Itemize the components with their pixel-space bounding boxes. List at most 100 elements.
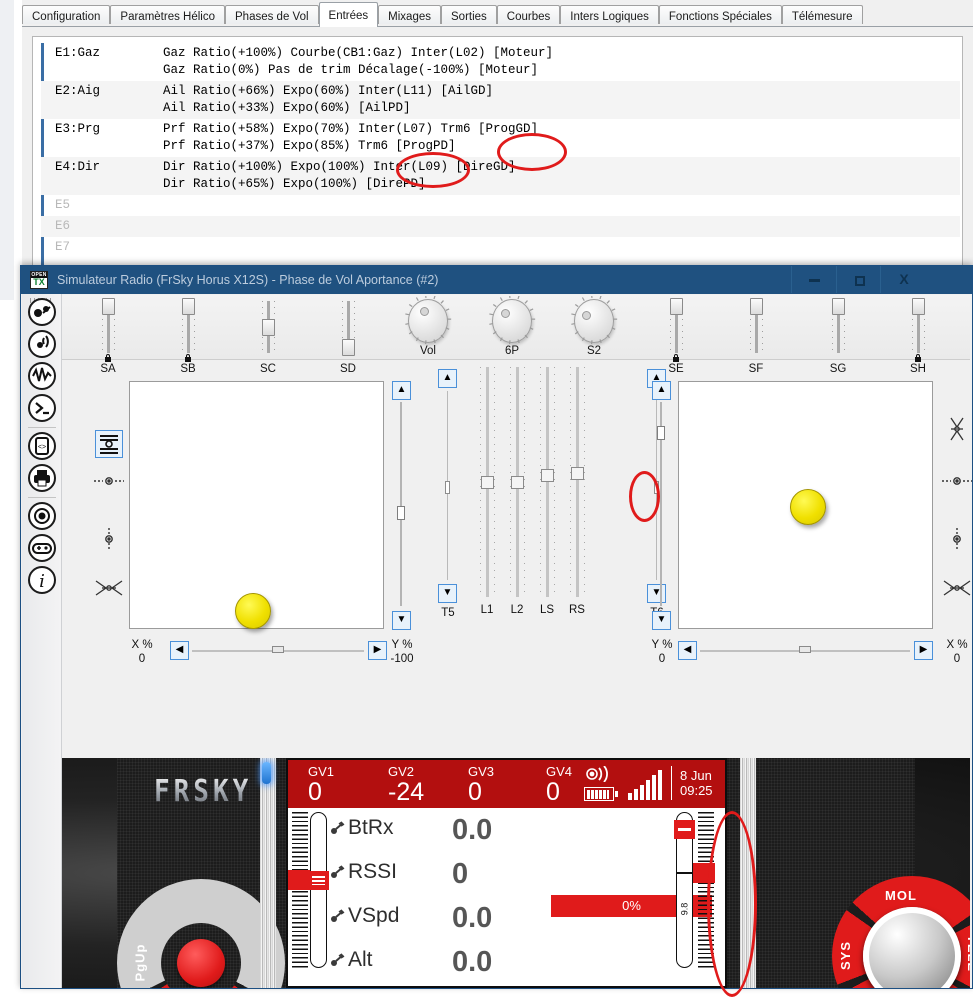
t6-slider-handle[interactable] [654, 481, 659, 494]
slider-handle[interactable] [571, 467, 584, 480]
input-row[interactable]: E4:DirDir Ratio(+100%) Expo(100%) Inter(… [41, 157, 960, 195]
audio-icon[interactable] [28, 362, 56, 390]
left-gimbal-y-trim-handle[interactable] [397, 506, 405, 520]
left-gimbal-stick[interactable] [235, 593, 271, 629]
switch-track[interactable] [755, 301, 758, 353]
switch-knob[interactable] [750, 298, 763, 315]
t6-slider[interactable] [656, 391, 657, 580]
switch-sa[interactable]: SA [80, 295, 136, 353]
tab-inters-logiques[interactable]: Inters Logiques [560, 5, 659, 24]
t5-slider-handle[interactable] [445, 481, 450, 494]
tab-configuration[interactable]: Configuration [22, 5, 110, 24]
left-gimbal-y-trim[interactable] [400, 402, 402, 606]
right-gimbal-x-left-button[interactable]: ◀ [678, 641, 697, 660]
switch-sc[interactable]: SC [240, 295, 296, 353]
t5-slider[interactable] [447, 391, 448, 580]
switch-track[interactable] [267, 301, 270, 353]
printer-icon[interactable] [28, 464, 56, 492]
right-gimbal-x-trim[interactable] [700, 650, 910, 652]
slider-handle[interactable] [481, 476, 494, 489]
right-gimbal-x-right-button[interactable]: ▶ [914, 641, 933, 660]
input-row[interactable]: E7 [41, 237, 960, 258]
switch-knob[interactable] [102, 298, 115, 315]
left-gimbal-x-right-button[interactable]: ▶ [368, 641, 387, 660]
inputs-list[interactable]: E1:GazGaz Ratio(+100%) Courbe(CB1:Gaz) I… [41, 43, 960, 299]
left-gimbal-x-left-button[interactable]: ◀ [170, 641, 189, 660]
switch-track[interactable] [917, 301, 920, 353]
tab-courbes[interactable]: Courbes [497, 5, 560, 24]
tab-t-l-mesure[interactable]: Télémesure [782, 5, 863, 24]
switch-sf[interactable]: SF [728, 295, 784, 353]
tab-mixages[interactable]: Mixages [378, 5, 441, 24]
slider-handle[interactable] [511, 476, 524, 489]
right-gimbal-stick[interactable] [790, 489, 826, 525]
tab-fonctions-sp-ciales[interactable]: Fonctions Spéciales [659, 5, 782, 24]
left-gimbal-x-trim[interactable] [192, 650, 364, 652]
slider-l1[interactable]: L1 [486, 367, 489, 597]
knob-s2[interactable]: S2 [566, 299, 622, 357]
input-row[interactable]: E3:PrgPrf Ratio(+58%) Expo(70%) Inter(L0… [41, 119, 960, 157]
t6-down-button[interactable]: ▼ [647, 584, 666, 603]
switch-sg[interactable]: SG [810, 295, 866, 353]
simulator-title-bar[interactable]: OPEN TX Simulateur Radio (FrSky Horus X1… [21, 266, 972, 294]
switch-sh[interactable]: SH [890, 295, 946, 353]
switch-track[interactable] [107, 301, 110, 353]
knob-vol[interactable]: Vol [400, 299, 456, 357]
lcd-icon[interactable]: <> [28, 432, 56, 460]
joystick-icon[interactable] [28, 534, 56, 562]
slider-rs[interactable]: RS [576, 367, 579, 597]
slider-handle[interactable] [541, 469, 554, 482]
switch-track[interactable] [675, 301, 678, 353]
slider-l2[interactable]: L2 [516, 367, 519, 597]
switch-track[interactable] [347, 301, 350, 353]
radio-lcd-screen[interactable]: GV10GV2-24GV30GV40 8 J [286, 758, 727, 988]
t5-up-button[interactable]: ▲ [438, 369, 457, 388]
switch-knob[interactable] [342, 339, 355, 356]
close-button[interactable]: X [880, 266, 927, 293]
right-gimbal-y-down-button[interactable]: ▼ [652, 611, 671, 630]
input-row[interactable]: E1:GazGaz Ratio(+100%) Courbe(CB1:Gaz) I… [41, 43, 960, 81]
switch-knob[interactable] [670, 298, 683, 315]
switch-knob[interactable] [262, 319, 275, 336]
input-row[interactable]: E6 [41, 216, 960, 237]
right-gimbal-x-trim-handle[interactable] [799, 646, 811, 653]
knob-dial[interactable] [492, 299, 532, 343]
maximize-button[interactable] [836, 266, 882, 293]
switch-sd[interactable]: SD [320, 295, 376, 353]
knob-dial[interactable] [408, 299, 448, 343]
right-gimbal-y-trim[interactable] [660, 402, 662, 606]
switch-knob[interactable] [832, 298, 845, 315]
tab-sorties[interactable]: Sorties [441, 5, 497, 24]
slider-ls[interactable]: LS [546, 367, 549, 597]
lcd-left-slider[interactable] [310, 812, 327, 968]
switch-sb[interactable]: SB [160, 295, 216, 353]
input-row[interactable]: E5 [41, 195, 960, 216]
knob-6p[interactable]: 6P [484, 299, 540, 357]
switch-track[interactable] [837, 301, 840, 353]
left-gimbal-y-down-button[interactable]: ▼ [392, 611, 411, 630]
info-icon[interactable]: i [28, 566, 56, 594]
left-trim-mode-button[interactable] [95, 430, 123, 458]
knob-dial[interactable] [574, 299, 614, 343]
console-icon[interactable] [28, 394, 56, 422]
tab-param-tres-h-lico[interactable]: Paramètres Hélico [110, 5, 225, 24]
radio-waves-icon[interactable] [28, 330, 56, 358]
switch-knob[interactable] [912, 298, 925, 315]
camera-icon[interactable] [28, 502, 56, 530]
left-gimbal-x-trim-handle[interactable] [272, 646, 284, 653]
right-gimbal-y-trim-handle[interactable] [657, 426, 665, 440]
minimize-button[interactable] [791, 266, 837, 293]
setup-icon[interactable] [28, 298, 56, 326]
t5-down-button[interactable]: ▼ [438, 584, 457, 603]
right-gimbal-y-up-button2[interactable]: ▲ [652, 381, 671, 400]
tab-entr-es[interactable]: Entrées [319, 2, 379, 27]
left-nav-center-button[interactable] [177, 939, 225, 987]
switch-knob[interactable] [182, 298, 195, 315]
switch-track[interactable] [187, 301, 190, 353]
left-gimbal-y-up-button[interactable]: ▲ [392, 381, 411, 400]
tab-phases-de-vol[interactable]: Phases de Vol [225, 5, 319, 24]
left-gimbal-pad[interactable] [129, 381, 384, 629]
input-row[interactable]: E2:AigAil Ratio(+66%) Expo(60%) Inter(L1… [41, 81, 960, 119]
right-gimbal-pad[interactable] [678, 381, 933, 629]
switch-se[interactable]: SE [648, 295, 704, 353]
